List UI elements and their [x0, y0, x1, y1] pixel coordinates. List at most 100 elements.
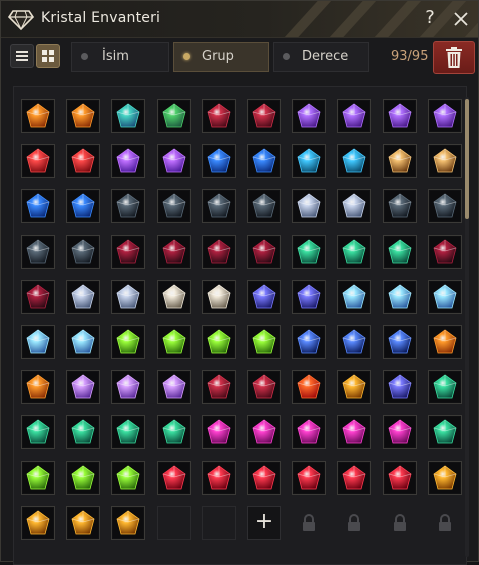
sort-tab-group[interactable]: Grup [173, 42, 269, 72]
crystal-slot-dark[interactable] [66, 235, 100, 269]
crystal-slot-crimson[interactable] [247, 99, 281, 133]
crystal-slot-gold[interactable] [383, 144, 417, 178]
crystal-slot-garnet[interactable] [157, 235, 191, 269]
crystal-slot-amber[interactable] [337, 370, 371, 404]
crystal-slot-ice[interactable] [383, 280, 417, 314]
add-slot-button[interactable]: + [247, 506, 281, 540]
crystal-slot-ice[interactable] [21, 325, 55, 359]
crystal-slot-ice[interactable] [428, 280, 462, 314]
crystal-slot-violet[interactable] [428, 99, 462, 133]
delete-button[interactable] [433, 41, 475, 74]
crystal-slot-emerald[interactable] [337, 235, 371, 269]
scrollbar-thumb[interactable] [465, 99, 469, 219]
crystal-slot-purple[interactable] [157, 144, 191, 178]
crystal-slot-amber[interactable] [111, 506, 145, 540]
crystal-slot-orange[interactable] [66, 99, 100, 133]
crystal-slot-emerald[interactable] [383, 235, 417, 269]
crystal-slot-orange[interactable] [21, 99, 55, 133]
crystal-slot-orange[interactable] [428, 325, 462, 359]
crystal-slot-lime[interactable] [21, 461, 55, 495]
crystal-slot-lime[interactable] [202, 325, 236, 359]
help-button[interactable]: ? [419, 7, 441, 29]
crystal-slot-lime[interactable] [66, 461, 100, 495]
crystal-slot-magenta[interactable] [247, 415, 281, 449]
crystal-slot-lime[interactable] [111, 461, 145, 495]
crystal-slot-silver[interactable] [66, 280, 100, 314]
crystal-slot-emerald[interactable] [428, 370, 462, 404]
crystal-slot-amber[interactable] [21, 506, 55, 540]
crystal-slot-blue[interactable] [21, 189, 55, 223]
crystal-slot-ruby[interactable] [337, 461, 371, 495]
crystal-slot-lime[interactable] [111, 325, 145, 359]
crystal-slot-garnet[interactable] [21, 280, 55, 314]
crystal-slot-orange[interactable] [21, 370, 55, 404]
empty-slot[interactable] [157, 506, 191, 540]
crystal-slot-violet[interactable] [337, 99, 371, 133]
crystal-slot-dark[interactable] [202, 189, 236, 223]
crystal-slot-blue[interactable] [247, 144, 281, 178]
crystal-slot-sunred[interactable] [292, 370, 326, 404]
crystal-slot-green[interactable] [157, 99, 191, 133]
crystal-slot-indigo[interactable] [383, 370, 417, 404]
crystal-slot-lime[interactable] [247, 325, 281, 359]
crystal-slot-garnet[interactable] [247, 235, 281, 269]
crystal-slot-ruby[interactable] [157, 461, 191, 495]
crystal-slot-navy[interactable] [337, 325, 371, 359]
crystal-slot-purple[interactable] [111, 144, 145, 178]
crystal-slot-crimson[interactable] [202, 99, 236, 133]
crystal-slot-magenta[interactable] [337, 415, 371, 449]
crystal-slot-ruby[interactable] [202, 461, 236, 495]
title-bar[interactable]: Kristal Envanteri ? [1, 1, 478, 38]
crystal-slot-crimson[interactable] [202, 370, 236, 404]
crystal-slot-gold[interactable] [428, 144, 462, 178]
crystal-slot-white[interactable] [202, 280, 236, 314]
crystal-slot-garnet[interactable] [202, 235, 236, 269]
sort-tab-grade[interactable]: Derece [273, 42, 369, 72]
crystal-slot-emerald[interactable] [157, 415, 191, 449]
crystal-slot-violet[interactable] [292, 99, 326, 133]
crystal-slot-silver[interactable] [111, 280, 145, 314]
crystal-slot-red[interactable] [21, 144, 55, 178]
crystal-slot-emerald[interactable] [111, 415, 145, 449]
crystal-slot-indigo[interactable] [247, 280, 281, 314]
crystal-slot-ruby[interactable] [247, 461, 281, 495]
list-view-button[interactable] [10, 44, 34, 68]
crystal-slot-ruby[interactable] [292, 461, 326, 495]
close-icon[interactable] [451, 9, 471, 29]
crystal-slot-teal[interactable] [111, 99, 145, 133]
crystal-slot-garnet[interactable] [428, 235, 462, 269]
crystal-slot-silver[interactable] [337, 189, 371, 223]
crystal-slot-dark[interactable] [383, 189, 417, 223]
sort-tab-name[interactable]: İsim [71, 42, 169, 72]
crystal-slot-dark[interactable] [428, 189, 462, 223]
crystal-slot-magenta[interactable] [383, 415, 417, 449]
crystal-slot-magenta[interactable] [202, 415, 236, 449]
crystal-slot-blue[interactable] [66, 189, 100, 223]
crystal-slot-navy[interactable] [292, 325, 326, 359]
crystal-slot-ice[interactable] [66, 325, 100, 359]
crystal-slot-emerald[interactable] [428, 415, 462, 449]
crystal-slot-amber[interactable] [428, 461, 462, 495]
crystal-slot-indigo[interactable] [292, 280, 326, 314]
crystal-slot-emerald[interactable] [66, 415, 100, 449]
empty-slot[interactable] [202, 506, 236, 540]
crystal-slot-dark[interactable] [157, 189, 191, 223]
crystal-slot-cyan[interactable] [337, 144, 371, 178]
grid-view-button[interactable] [36, 44, 60, 68]
crystal-slot-dark[interactable] [111, 189, 145, 223]
crystal-slot-dark[interactable] [247, 189, 281, 223]
crystal-slot-magenta[interactable] [292, 415, 326, 449]
crystal-slot-cyan[interactable] [292, 144, 326, 178]
crystal-slot-garnet[interactable] [111, 235, 145, 269]
crystal-slot-emerald[interactable] [292, 235, 326, 269]
crystal-slot-emerald[interactable] [21, 415, 55, 449]
crystal-slot-lavender[interactable] [111, 370, 145, 404]
crystal-slot-lime[interactable] [157, 325, 191, 359]
crystal-slot-blue[interactable] [202, 144, 236, 178]
crystal-slot-red[interactable] [66, 144, 100, 178]
crystal-slot-violet[interactable] [383, 99, 417, 133]
crystal-slot-silver[interactable] [292, 189, 326, 223]
crystal-slot-lavender[interactable] [157, 370, 191, 404]
crystal-slot-navy[interactable] [383, 325, 417, 359]
crystal-slot-dark[interactable] [21, 235, 55, 269]
